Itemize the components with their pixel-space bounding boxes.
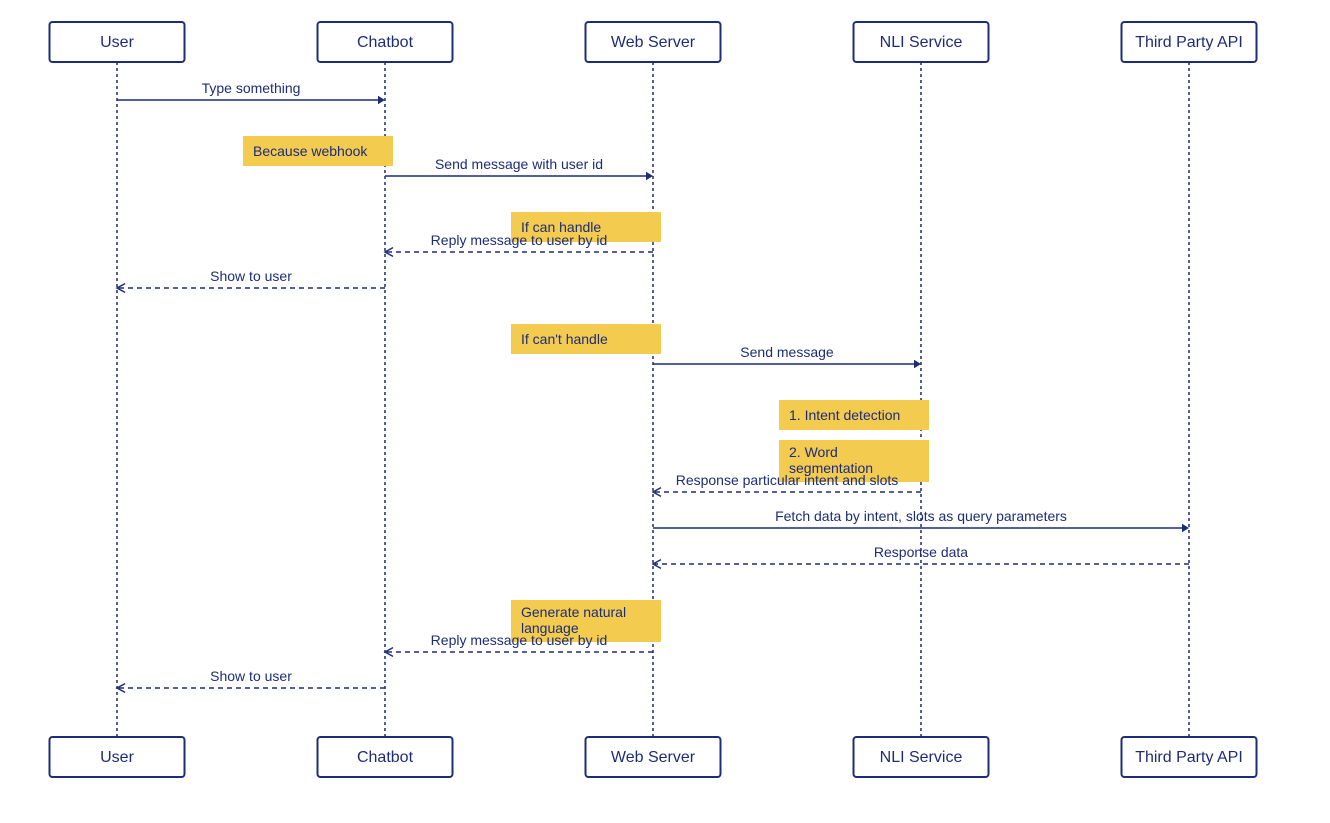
participant-api-top: Third Party API [1122, 22, 1257, 62]
message-label: Send message with user id [435, 156, 603, 172]
arrowhead [1182, 524, 1189, 532]
message-label: Show to user [210, 668, 292, 684]
note-label: 2. Word [789, 444, 838, 460]
participant-label: Web Server [611, 34, 696, 51]
note-label: 1. Intent detection [789, 407, 900, 423]
participant-api-bottom: Third Party API [1122, 737, 1257, 777]
participant-user-bottom: User [50, 737, 185, 777]
sequence-diagram: User Chatbot Web Server NLI Service Third Pa… [0, 0, 1330, 823]
message-label: Response data [874, 544, 968, 560]
message-label: Type something [202, 80, 301, 96]
participant-web-top: Web Server [586, 22, 721, 62]
participant-label: Chatbot [357, 749, 414, 766]
message-label: Show to user [210, 268, 292, 284]
arrowhead [378, 96, 385, 104]
arrowhead [646, 172, 653, 180]
participant-label: Third Party API [1135, 34, 1243, 51]
note: If can't handle [511, 324, 661, 354]
note-label: Because webhook [253, 143, 368, 159]
participant-nli-top: NLI Service [854, 22, 989, 62]
note: 1. Intent detection [779, 400, 929, 430]
participant-label: Chatbot [357, 34, 414, 51]
participant-label: Third Party API [1135, 749, 1243, 766]
participant-nli-bottom: NLI Service [854, 737, 989, 777]
arrowhead [914, 360, 921, 368]
message-label: Send message [740, 344, 834, 360]
participant-user-top: User [50, 22, 185, 62]
note-label: If can't handle [521, 331, 608, 347]
participant-label: User [100, 34, 134, 51]
participant-label: NLI Service [880, 749, 963, 766]
participant-label: User [100, 749, 134, 766]
participant-label: Web Server [611, 749, 696, 766]
message-label: Fetch data by intent, slots as query par… [775, 508, 1067, 524]
message-label: Response particular intent and slots [676, 472, 899, 488]
note: Because webhook [243, 136, 393, 166]
participant-web-bottom: Web Server [586, 737, 721, 777]
participant-chatbot-bottom: Chatbot [318, 737, 453, 777]
participant-chatbot-top: Chatbot [318, 22, 453, 62]
message-label: Reply message to user by id [431, 632, 608, 648]
message-label: Reply message to user by id [431, 232, 608, 248]
participant-label: NLI Service [880, 34, 963, 51]
note-label: Generate natural [521, 604, 626, 620]
